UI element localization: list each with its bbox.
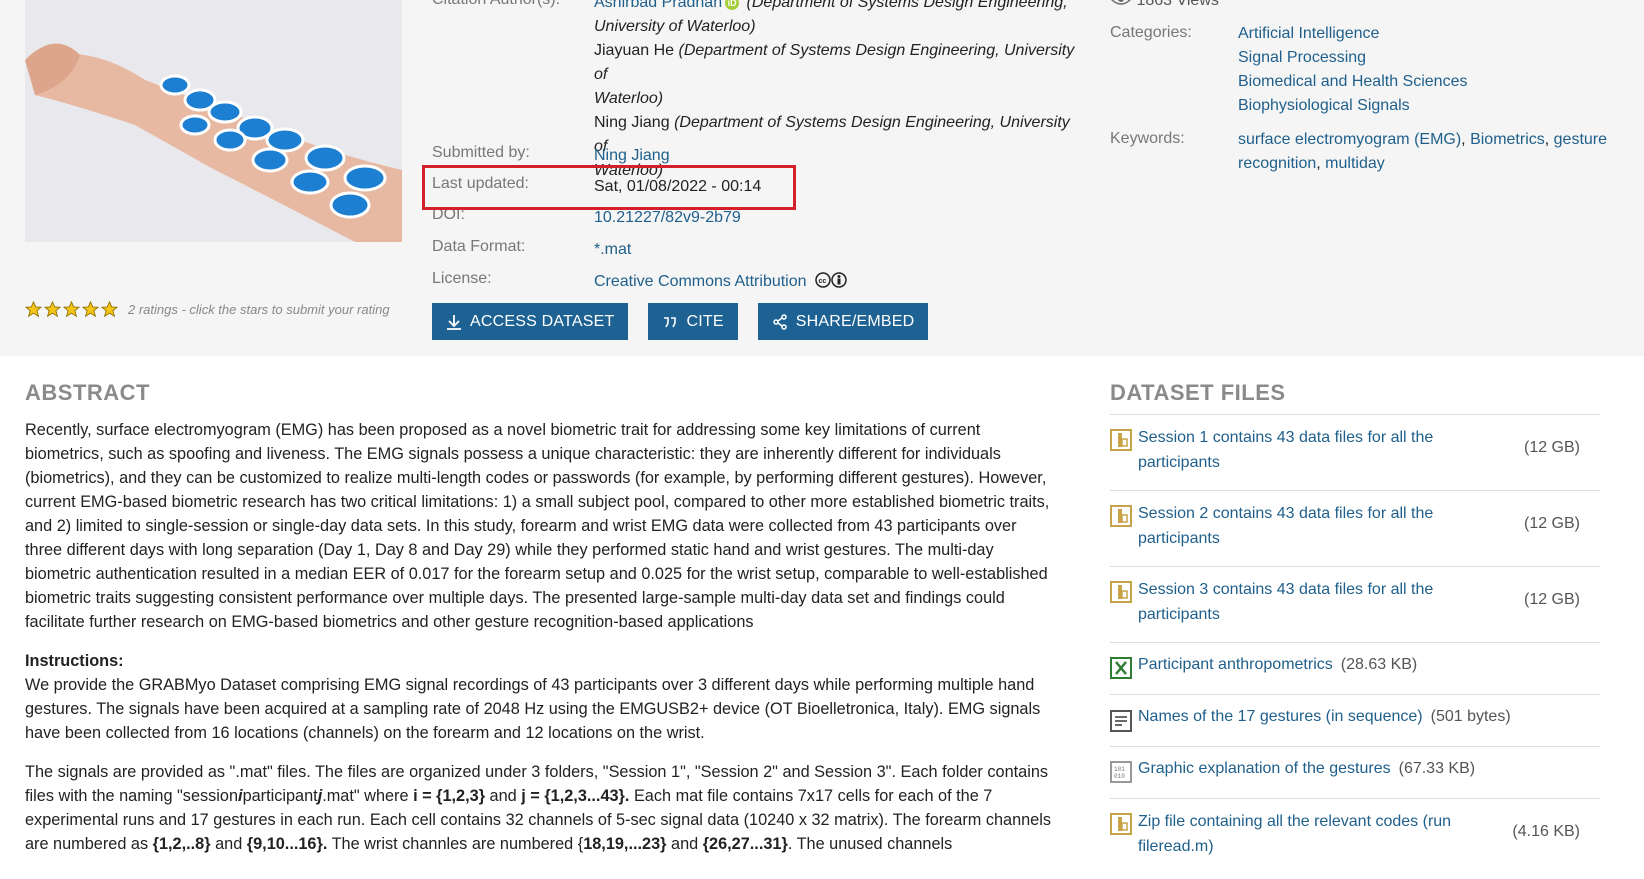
- download-icon: [447, 314, 461, 330]
- star-icon[interactable]: [101, 301, 118, 318]
- file-link[interactable]: Graphic explanation of the gestures: [1138, 760, 1391, 777]
- file-item: Participant anthropometrics (28.63 KB): [1110, 643, 1600, 695]
- author-name: Jiayuan He: [594, 42, 675, 59]
- dataset-thumbnail: [25, 0, 402, 242]
- file-item: Session 2 contains 43 data files for all…: [1110, 491, 1600, 567]
- abstract-heading: ABSTRACT: [25, 380, 150, 405]
- archive-icon: [1110, 429, 1132, 451]
- keyword-link[interactable]: recognition: [1238, 155, 1316, 172]
- author-name: Ning Jiang: [594, 114, 670, 131]
- file-size: (12 GB): [1523, 439, 1580, 456]
- action-buttons: ACCESS DATASET CITE SHARE/EMBED: [432, 303, 948, 340]
- file-size: (67.33 KB): [1398, 760, 1476, 777]
- dataset-files-heading: DATASET FILES: [1110, 380, 1286, 405]
- file-size: (28.63 KB): [1340, 656, 1418, 673]
- file-item: 101 010 Graphic explanation of the gestur…: [1110, 747, 1600, 799]
- highlight-box: [422, 165, 796, 210]
- category-link[interactable]: Artificial Intelligence: [1238, 25, 1379, 42]
- license-label: License:: [432, 270, 492, 287]
- eye-icon: [1111, 0, 1131, 5]
- file-item: Session 1 contains 43 data files for all…: [1110, 415, 1600, 491]
- category-link[interactable]: Signal Processing: [1238, 49, 1366, 66]
- share-embed-button[interactable]: SHARE/EMBED: [757, 303, 929, 340]
- file-link[interactable]: Session 3 contains 43 data files for all…: [1138, 577, 1478, 627]
- archive-icon: [1110, 581, 1132, 603]
- star-icon[interactable]: [44, 301, 61, 318]
- file-link[interactable]: Session 1 contains 43 data files for all…: [1138, 425, 1478, 475]
- star-icon[interactable]: [82, 301, 99, 318]
- text-file-icon: [1110, 710, 1132, 732]
- access-dataset-button[interactable]: ACCESS DATASET: [432, 303, 629, 340]
- file-link[interactable]: Names of the 17 gestures (in sequence): [1138, 708, 1423, 725]
- quote-icon: [664, 316, 677, 327]
- archive-icon: [1110, 813, 1132, 835]
- file-item: Session 3 contains 43 data files for all…: [1110, 567, 1600, 643]
- svg-text:cc: cc: [818, 278, 826, 285]
- svg-text:101: 101: [1114, 766, 1125, 773]
- citation-label: Citation Author(s):: [432, 0, 560, 9]
- author-link[interactable]: Ashirbad Pradhan: [594, 0, 722, 11]
- format-label: Data Format:: [432, 238, 526, 255]
- category-link[interactable]: Biomedical and Health Sciences: [1238, 73, 1467, 90]
- star-icon[interactable]: [25, 301, 42, 318]
- file-item: Names of the 17 gestures (in sequence) (5…: [1110, 695, 1600, 747]
- keyword-link[interactable]: surface electromyogram (EMG): [1238, 131, 1461, 148]
- abstract-text: Recently, surface electromyogram (EMG) h…: [25, 421, 1050, 631]
- keywords-label: Keywords:: [1110, 130, 1185, 147]
- star-icon[interactable]: [63, 301, 80, 318]
- rating-count: 2 ratings - click the stars to submit yo…: [128, 302, 390, 317]
- archive-icon: [1110, 505, 1132, 527]
- file-size: (12 GB): [1523, 515, 1580, 532]
- file-size: (501 bytes): [1430, 708, 1511, 725]
- instructions-text: We provide the GRABMyo Dataset comprisin…: [25, 676, 1041, 742]
- cite-button[interactable]: CITE: [648, 303, 738, 340]
- file-size: (4.16 KB): [1512, 823, 1580, 840]
- orcid-icon[interactable]: iD: [725, 0, 740, 10]
- keyword-link[interactable]: Biometrics: [1470, 131, 1545, 148]
- svg-text:010: 010: [1114, 773, 1125, 780]
- keyword-link[interactable]: gesture: [1554, 131, 1607, 148]
- submitted-label: Submitted by:: [432, 144, 530, 161]
- categories-label: Categories:: [1110, 24, 1192, 41]
- format-link[interactable]: *.mat: [594, 238, 1084, 262]
- cc-by-icon: cc: [815, 272, 847, 288]
- license-link[interactable]: Creative Commons Attribution: [594, 273, 807, 290]
- spreadsheet-icon: [1110, 657, 1132, 679]
- instructions-files-text: The signals are provided as ".mat" files…: [25, 763, 1051, 853]
- instructions-heading: Instructions:: [25, 652, 124, 670]
- keyword-link[interactable]: multiday: [1325, 155, 1385, 172]
- star-rating[interactable]: 2 ratings - click the stars to submit yo…: [25, 301, 390, 318]
- share-icon: [772, 313, 787, 330]
- file-size: (12 GB): [1523, 591, 1580, 608]
- abstract-body: Recently, surface electromyogram (EMG) h…: [25, 418, 1055, 871]
- file-link[interactable]: Session 2 contains 43 data files for all…: [1138, 501, 1478, 551]
- file-link[interactable]: Zip file containing all the relevant cod…: [1138, 809, 1478, 859]
- category-link[interactable]: Biophysiological Signals: [1238, 97, 1410, 114]
- views-count: 1863 Views: [1136, 0, 1219, 9]
- file-item: Zip file containing all the relevant cod…: [1110, 799, 1600, 874]
- binary-file-icon: 101010: [1110, 761, 1132, 783]
- file-link[interactable]: Participant anthropometrics: [1138, 656, 1333, 673]
- dataset-files-list: Session 1 contains 43 data files for all…: [1110, 414, 1600, 874]
